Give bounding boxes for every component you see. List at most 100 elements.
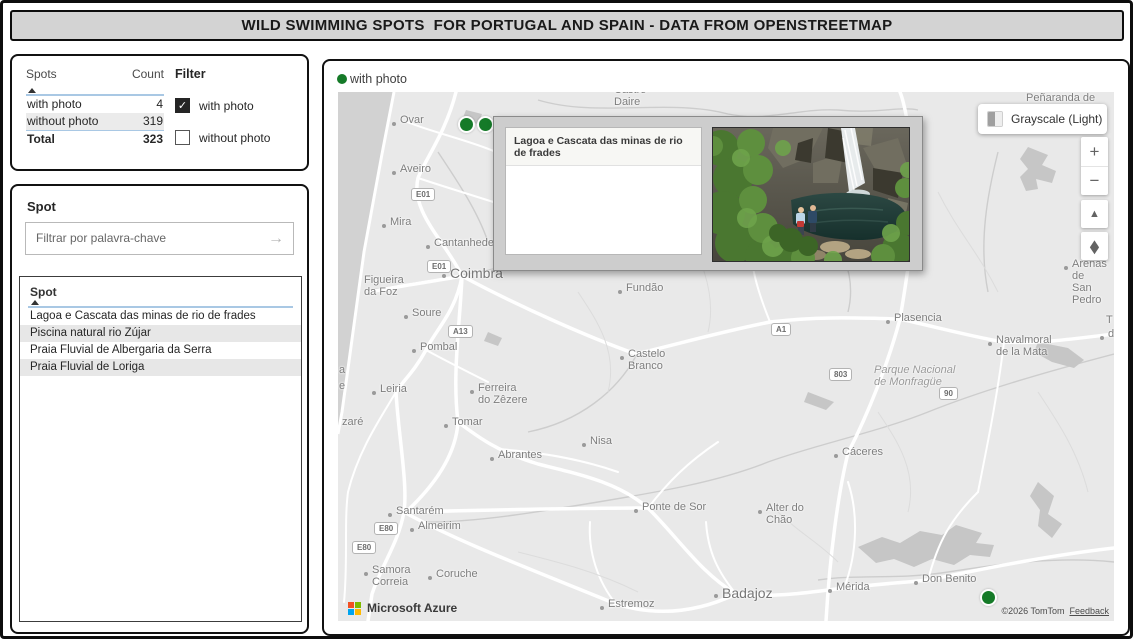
- city-dot-icon: [886, 320, 890, 324]
- map-place-label: Samora Correia: [372, 564, 411, 588]
- city-dot-icon: [582, 443, 586, 447]
- map-place-label: Mira: [390, 216, 411, 228]
- road-shield: 803: [829, 368, 852, 381]
- map-place-label: Badajoz: [722, 586, 773, 601]
- azure-label: Microsoft Azure: [367, 601, 457, 615]
- summary-table-rows: with photo4without photo319: [26, 96, 164, 130]
- report-title-bar: WILD SWIMMING SPOTS FOR PORTUGAL AND SPA…: [10, 10, 1124, 41]
- spot-list-rows: Lagoa e Cascata das minas de rio de frad…: [20, 308, 301, 376]
- table-row[interactable]: without photo319: [26, 113, 164, 130]
- map-place-label: Navalmoral de la Mata: [996, 334, 1052, 358]
- spot-marker[interactable]: [458, 116, 475, 133]
- checkbox-unchecked-icon[interactable]: [175, 130, 190, 145]
- map-place-label: Nisa: [590, 435, 612, 447]
- summary-table: Spots Count with photo4without photo319 …: [26, 67, 164, 148]
- map-tooltip: Lagoa e Cascata das minas de rio de frad…: [493, 116, 923, 271]
- map-place-label: Tomar: [452, 416, 483, 428]
- map-place-label: Leiria: [380, 383, 407, 395]
- city-dot-icon: [914, 581, 918, 585]
- spot-list-item[interactable]: Praia Fluvial de Albergaria da Serra: [20, 342, 301, 359]
- map-place-label: Ovar: [400, 114, 424, 126]
- city-dot-icon: [600, 606, 604, 610]
- city-dot-icon: [988, 342, 992, 346]
- zoom-in-button[interactable]: +: [1081, 137, 1108, 166]
- map-place-label: Aveiro: [400, 163, 431, 175]
- city-dot-icon: [834, 454, 838, 458]
- zoom-out-button[interactable]: −: [1081, 166, 1108, 195]
- pitch-icon[interactable]: ▲: [1081, 200, 1108, 228]
- tooltip-card: Lagoa e Cascata das minas de rio de frad…: [505, 127, 702, 255]
- spot-marker[interactable]: [477, 116, 494, 133]
- road-shield: E01: [411, 188, 435, 201]
- microsoft-logo-icon: [348, 602, 361, 615]
- spot-list-item[interactable]: Lagoa e Cascata das minas de rio de frad…: [20, 308, 301, 325]
- city-dot-icon: [634, 509, 638, 513]
- city-dot-icon: [392, 122, 396, 126]
- road-shield: E80: [352, 541, 376, 554]
- map-place-label: Peñaranda de: [1026, 92, 1095, 104]
- city-dot-icon: [714, 594, 718, 598]
- tooltip-photo: [712, 127, 910, 262]
- city-dot-icon: [372, 391, 376, 395]
- search-placeholder: Filtrar por palavra-chave: [36, 223, 166, 254]
- column-header-count[interactable]: Count: [132, 67, 164, 87]
- feedback-link[interactable]: Feedback: [1069, 606, 1109, 616]
- pitch-control: ▲: [1081, 200, 1108, 228]
- city-dot-icon: [426, 245, 430, 249]
- map-style-button[interactable]: Grayscale (Light): [978, 104, 1107, 134]
- dashboard: { "title": "WILD SWIMMING SPOTS FOR PORT…: [0, 0, 1133, 639]
- road-shield: A1: [771, 323, 791, 336]
- city-dot-icon: [490, 457, 494, 461]
- legend-dot-icon: [337, 74, 347, 84]
- spot-list-item[interactable]: Piscina natural rio Zújar: [20, 325, 301, 342]
- filter-option-with-photo[interactable]: ✓with photo: [175, 98, 270, 113]
- map-place-label: Mérida: [836, 581, 870, 593]
- map-place-label: T: [1106, 314, 1113, 326]
- map-place-label: Ponte de Sor: [642, 501, 706, 513]
- city-dot-icon: [618, 290, 622, 294]
- city-dot-icon: [388, 513, 392, 517]
- keyword-search-input[interactable]: Filtrar por palavra-chave →: [25, 222, 294, 255]
- table-row[interactable]: with photo4: [26, 96, 164, 113]
- road-shield: A13: [448, 325, 473, 338]
- road-shield: E80: [374, 522, 398, 535]
- checkbox-label: without photo: [199, 131, 270, 145]
- spot-list-item[interactable]: Praia Fluvial de Loriga: [20, 359, 301, 376]
- compass-icon[interactable]: ◆: [1081, 225, 1108, 267]
- map-place-label: Cantanhede: [434, 237, 494, 249]
- checkbox-checked-icon[interactable]: ✓: [175, 98, 190, 113]
- filter-option-without-photo[interactable]: without photo: [175, 130, 270, 145]
- city-dot-icon: [404, 315, 408, 319]
- map-place-label: Abrantes: [498, 449, 542, 461]
- map-place-label: e: [339, 380, 345, 392]
- map-place-label: Plasencia: [894, 312, 942, 324]
- map-place-label: zaré: [342, 416, 363, 428]
- column-header-spots[interactable]: Spots: [26, 67, 57, 87]
- city-dot-icon: [410, 528, 414, 532]
- sort-ascending-icon: [31, 300, 39, 305]
- filter-section: Filter ✓with photo without photo: [175, 67, 270, 145]
- map-place-label: Castelo Branco: [628, 348, 665, 372]
- waterfall-photo: [713, 128, 910, 262]
- map-place-label: Estremoz: [608, 598, 654, 610]
- map-place-label: Fundão: [626, 282, 663, 294]
- filter-title: Filter: [175, 67, 270, 81]
- map-legend: with photo: [337, 72, 407, 86]
- map-panel: with photo: [322, 59, 1130, 636]
- map-canvas[interactable]: Lagoa e Cascata das minas de rio de frad…: [338, 92, 1114, 621]
- map-place-label: Cáceres: [842, 446, 883, 458]
- road-shield: 90: [939, 387, 958, 400]
- map-style-label: Grayscale (Light): [1011, 112, 1102, 126]
- city-dot-icon: [620, 356, 624, 360]
- city-dot-icon: [470, 390, 474, 394]
- spot-marker[interactable]: [980, 589, 997, 606]
- map-place-label: Figueira da Foz: [364, 274, 404, 298]
- city-dot-icon: [392, 171, 396, 175]
- spot-list-header[interactable]: Spot: [30, 285, 291, 299]
- azure-attribution: Microsoft Azure: [348, 601, 457, 615]
- city-dot-icon: [364, 572, 368, 576]
- map-place-label: Don Benito: [922, 573, 976, 585]
- filter-options: ✓with photo without photo: [175, 98, 270, 145]
- search-submit-arrow-icon[interactable]: →: [268, 223, 284, 254]
- map-place-label: d: [1108, 328, 1114, 340]
